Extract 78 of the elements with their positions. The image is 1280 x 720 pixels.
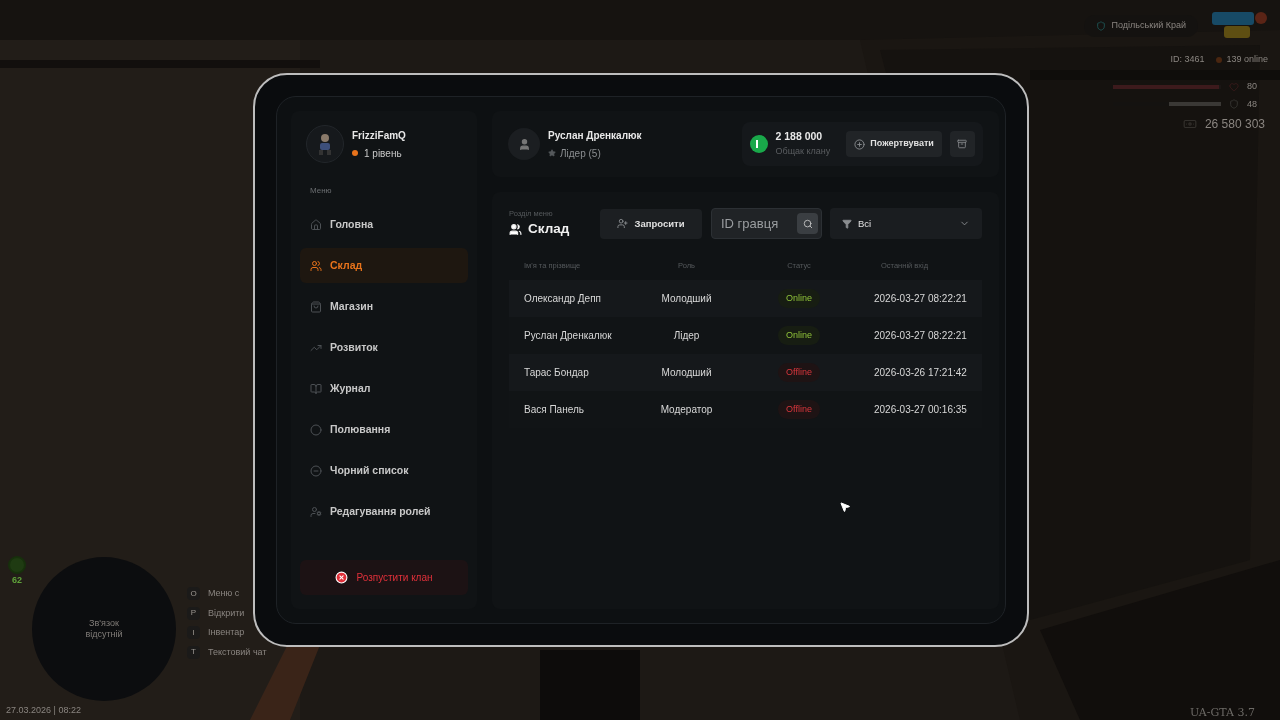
date-cell-text: 2026-03-26 17:21:42 xyxy=(874,365,967,380)
menu-item[interactable]: Журнал xyxy=(300,371,468,406)
hotkey-label: Текстовий чат xyxy=(208,645,267,659)
money-amount: 26 580 303 xyxy=(1204,116,1265,133)
close-icon xyxy=(335,571,349,584)
disband-button[interactable]: Розпустити клан xyxy=(300,560,468,595)
key-cap: O xyxy=(187,587,200,601)
menu-item[interactable]: Чорний список xyxy=(300,453,468,488)
menu-item[interactable]: Редагування ролей xyxy=(300,494,468,529)
menu-item[interactable]: Магазин xyxy=(300,289,468,324)
search-field[interactable]: ID гравця xyxy=(711,208,822,240)
date-cell-text: 2026-03-27 08:22:21 xyxy=(874,328,967,343)
shield-icon xyxy=(1095,21,1106,31)
role-cell-text: Модератор xyxy=(659,402,714,417)
search-input[interactable]: ID гравця xyxy=(721,214,797,234)
user-role: Лідер (5) xyxy=(548,145,642,161)
donate-button[interactable]: Пожертвувати xyxy=(846,131,942,157)
name-cell-text: Руслан Дренкалюк xyxy=(524,329,613,341)
status-badge: Online xyxy=(778,288,820,308)
status-badge: Offline xyxy=(778,399,820,419)
hotkey-label: Меню с xyxy=(208,587,240,600)
home-icon xyxy=(310,218,322,231)
date-time: 27.03.2026 | 08:22 xyxy=(6,704,81,717)
date-cell-text: 2026-03-27 00:16:35 xyxy=(874,402,967,417)
profile-name: FrizziFamQ xyxy=(352,128,406,143)
bag-icon xyxy=(310,300,322,313)
minimap-text: Зв'язок відсутній xyxy=(84,618,124,640)
hotkey-label: Інвентар xyxy=(208,626,245,639)
role-cell-text: Лідер xyxy=(672,328,701,343)
shield-icon xyxy=(1229,99,1239,110)
menu-item[interactable]: Головна xyxy=(300,207,468,242)
role-cell-text: Молодший xyxy=(660,365,713,380)
user-gear-icon xyxy=(310,505,322,518)
people-icon xyxy=(509,222,522,236)
date-cell-text: 2026-03-27 08:22:21 xyxy=(874,291,967,306)
level-number: 62 xyxy=(12,574,22,587)
version-label: UA-GTA 3.7 xyxy=(1189,705,1255,720)
plus-icon xyxy=(854,138,866,150)
money-icon xyxy=(1182,117,1197,131)
player-id: ID: 3461 xyxy=(1170,53,1205,66)
people-icon xyxy=(310,259,322,272)
armor-value: 48 xyxy=(1247,97,1258,111)
name-cell-text: Олександр Депп xyxy=(524,292,602,304)
menu-label: Меню xyxy=(310,185,333,197)
invite-button[interactable]: Запросити xyxy=(600,208,702,239)
book-icon xyxy=(310,382,322,395)
circle-icon xyxy=(310,423,322,436)
search-icon[interactable] xyxy=(797,213,818,235)
region-text: Подільський Край xyxy=(1111,19,1186,33)
user-plus-icon xyxy=(617,218,629,230)
online-count: 139 online xyxy=(1216,53,1268,67)
bank-amount: 2 188 000 xyxy=(775,129,824,145)
section-title: Склад xyxy=(509,219,600,240)
name-cell-text: Вася Панель xyxy=(524,403,585,415)
key-cap: I xyxy=(187,626,200,640)
role-cell-text: Молодший xyxy=(660,291,713,306)
name-cell-text: Тарас Бондар xyxy=(524,366,590,378)
archive-button[interactable] xyxy=(949,131,975,157)
minus-circle-icon xyxy=(310,464,322,477)
coin-icon xyxy=(749,135,768,153)
filter-icon xyxy=(842,218,852,229)
menu-item[interactable]: Склад xyxy=(300,248,468,283)
figure-icon xyxy=(316,133,334,155)
filter-dropdown[interactable]: Всі xyxy=(830,208,982,240)
health-value: 80 xyxy=(1247,80,1258,93)
menu-item[interactable]: Розвиток xyxy=(300,330,468,365)
archive-icon xyxy=(957,139,968,149)
status-badge: Online xyxy=(778,325,820,345)
heart-icon xyxy=(1229,81,1239,92)
status-badge: Offline xyxy=(778,362,820,382)
profile-level: 1 рівень xyxy=(352,145,406,161)
user-icon xyxy=(517,137,531,151)
star-icon xyxy=(548,149,556,157)
menu-item[interactable]: Полювання xyxy=(300,412,468,447)
user-name: Руслан Дренкалюк xyxy=(548,128,642,143)
cursor-icon xyxy=(839,501,851,513)
hotkey-label: Відкрити xyxy=(208,606,245,620)
bank-label: Общак клану xyxy=(775,145,831,159)
